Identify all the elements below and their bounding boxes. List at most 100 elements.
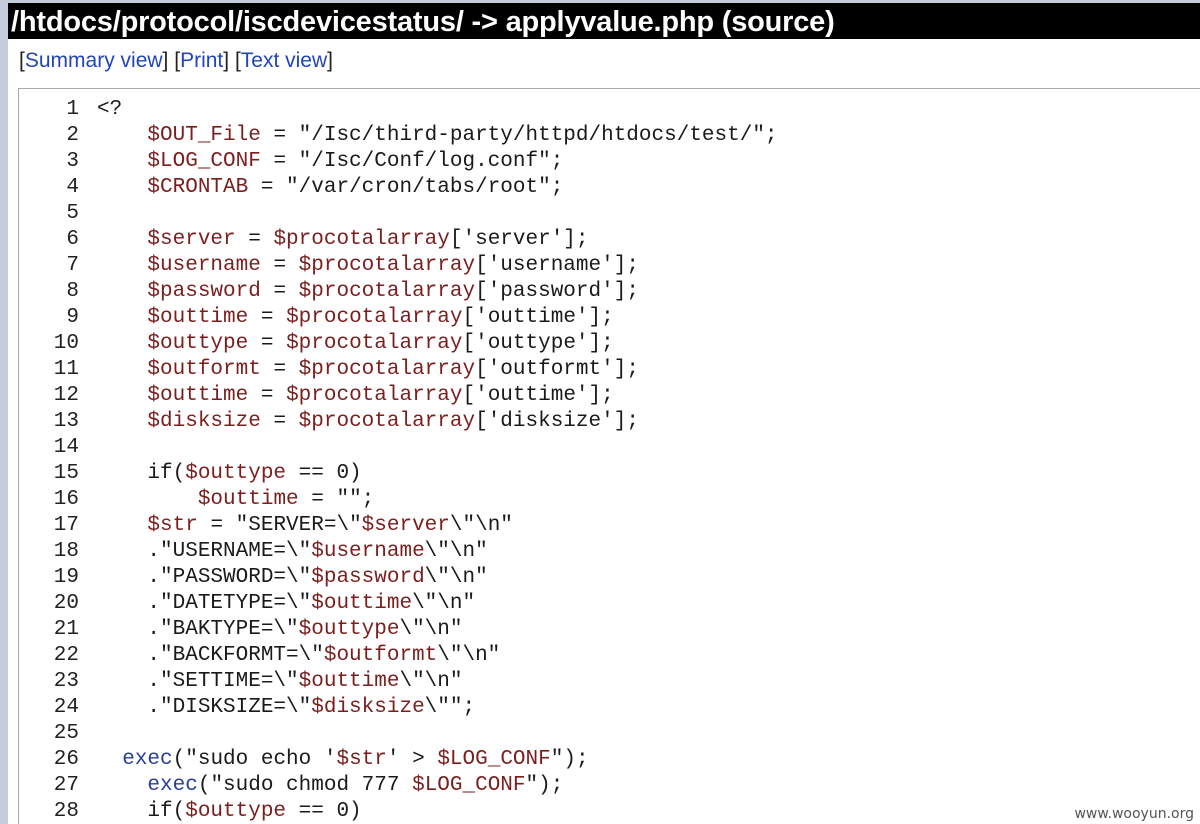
line-source: $outformt = $procotalarray['outformt'];: [97, 357, 639, 383]
code-line: 11 $outformt = $procotalarray['outformt'…: [19, 357, 639, 383]
line-number: 23: [53, 670, 79, 693]
line-source: ."DATETYPE=\"$outtime\"\n": [97, 591, 475, 617]
code-line: 13 $disksize = $procotalarray['disksize'…: [19, 409, 639, 435]
code-text: \"\n": [424, 540, 488, 563]
code-text: ."BACKFORMT=\": [97, 644, 324, 667]
content-area: [Summary view] [Print] [Text view] 1 <? 2 …: [8, 39, 1200, 824]
page: /htdocs/protocol/iscdevicestatus/ -> app…: [0, 0, 1200, 824]
line-number: 24: [53, 696, 79, 719]
code-text: = "/Isc/third-party/httpd/htdocs/test/";: [260, 124, 778, 147]
code-text: = "/Isc/Conf/log.conf";: [260, 150, 564, 173]
code-line: 24 ."DISKSIZE=\"$disksize\"";: [19, 695, 475, 721]
code-text: ['username'];: [475, 254, 639, 277]
code-variable: $server: [361, 514, 450, 537]
code-text: = "/var/cron/tabs/root";: [248, 176, 564, 199]
nav-bracket-close: ]: [162, 49, 169, 72]
code-line: 16 $outtime = "";: [19, 487, 375, 513]
code-line: 10 $outtype = $procotalarray['outtype'];: [19, 331, 614, 357]
code-line: 5: [19, 201, 79, 227]
code-variable: $LOG_CONF: [412, 774, 526, 797]
code-line: 18 ."USERNAME=\"$username\"\n": [19, 539, 488, 565]
code-text: ['server'];: [449, 228, 589, 251]
code-text: \"\n": [399, 670, 463, 693]
code-text: = "";: [298, 488, 375, 511]
code-variable: $disksize: [147, 410, 261, 433]
code-text: ");: [550, 748, 589, 771]
line-number: 12: [53, 384, 79, 407]
code-text: ."DATETYPE=\": [97, 592, 312, 615]
nav-bracket-close: ]: [223, 49, 230, 72]
line-source: ."DISKSIZE=\"$disksize\"";: [97, 695, 475, 721]
code-line: 25: [19, 721, 79, 747]
line-number: 19: [53, 566, 79, 589]
code-variable: $server: [147, 228, 236, 251]
code-line: 20 ."DATETYPE=\"$outtime\"\n": [19, 591, 475, 617]
code-text: ['outtype'];: [462, 332, 614, 355]
code-text: ' >: [386, 748, 438, 771]
line-number: 22: [53, 644, 79, 667]
code-line: 19 ."PASSWORD=\"$password\"\n": [19, 565, 488, 591]
code-text: =: [248, 306, 287, 329]
code-variable: $outtype: [147, 332, 249, 355]
code-line: 12 $outtime = $procotalarray['outtime'];: [19, 383, 614, 409]
code-line: 4 $CRONTAB = "/var/cron/tabs/root";: [19, 175, 563, 201]
code-text: \"\n": [424, 566, 488, 589]
code-line: 26 exec("sudo echo '$str' > $LOG_CONF");: [19, 747, 589, 773]
line-source: ."PASSWORD=\"$password\"\n": [97, 565, 488, 591]
code-line: 6 $server = $procotalarray['server'];: [19, 227, 588, 253]
code-variable: $password: [147, 280, 261, 303]
line-number: 17: [53, 514, 79, 537]
code-text: =: [260, 280, 299, 303]
line-source: $outtime = $procotalarray['outtime'];: [97, 383, 613, 409]
code-variable: $outtime: [298, 670, 400, 693]
code-text: if(: [97, 462, 186, 485]
code-variable: $LOG_CONF: [147, 150, 261, 173]
line-number: 18: [53, 540, 79, 563]
source-code: 1 <? 2 $OUT_File = "/Isc/third-party/httpd…: [19, 97, 778, 824]
line-source: $OUT_File = "/Isc/third-party/httpd/htdo…: [97, 123, 778, 149]
line-number: 2: [66, 124, 79, 147]
line-number: 9: [66, 306, 79, 329]
code-variable: $str: [336, 748, 387, 771]
line-number: 25: [53, 722, 79, 745]
code-variable: $procotalarray: [286, 384, 463, 407]
line-number: 26: [53, 748, 79, 771]
code-text: ['outtime'];: [462, 306, 614, 329]
line-source: $disksize = $procotalarray['disksize'];: [97, 409, 639, 435]
code-text: =: [248, 384, 287, 407]
line-number: 16: [53, 488, 79, 511]
line-source: $server = $procotalarray['server'];: [97, 227, 589, 253]
line-source: ."BAKTYPE=\"$outtype\"\n": [97, 617, 462, 643]
code-text: =: [235, 228, 274, 251]
code-line: 21 ."BAKTYPE=\"$outtype\"\n": [19, 617, 463, 643]
print-link[interactable]: Print: [180, 49, 223, 72]
code-text: ("sudo echo ': [172, 748, 337, 771]
code-line: 8 $password = $procotalarray['password']…: [19, 279, 639, 305]
code-variable: $outformt: [147, 358, 261, 381]
code-text: <?: [97, 98, 123, 121]
text-view-link[interactable]: Text view: [241, 49, 327, 72]
code-text: =: [260, 358, 299, 381]
summary-view-link[interactable]: Summary view: [25, 49, 163, 72]
line-number: 13: [53, 410, 79, 433]
code-text: ['disksize'];: [475, 410, 639, 433]
line-number: 15: [53, 462, 79, 485]
code-text: \"\n": [437, 644, 501, 667]
code-variable: $outtime: [147, 384, 249, 407]
code-variable: $procotalarray: [286, 332, 463, 355]
line-number: 27: [53, 774, 79, 797]
code-line: 28 if($outtype == 0): [19, 799, 362, 824]
line-source: exec("sudo echo '$str' > $LOG_CONF");: [97, 747, 589, 773]
line-number: 3: [66, 150, 79, 173]
line-source: exec("sudo chmod 777 $LOG_CONF");: [97, 773, 563, 799]
line-number: 4: [66, 176, 79, 199]
code-text: ['outformt'];: [475, 358, 639, 381]
line-source: $CRONTAB = "/var/cron/tabs/root";: [97, 175, 563, 201]
